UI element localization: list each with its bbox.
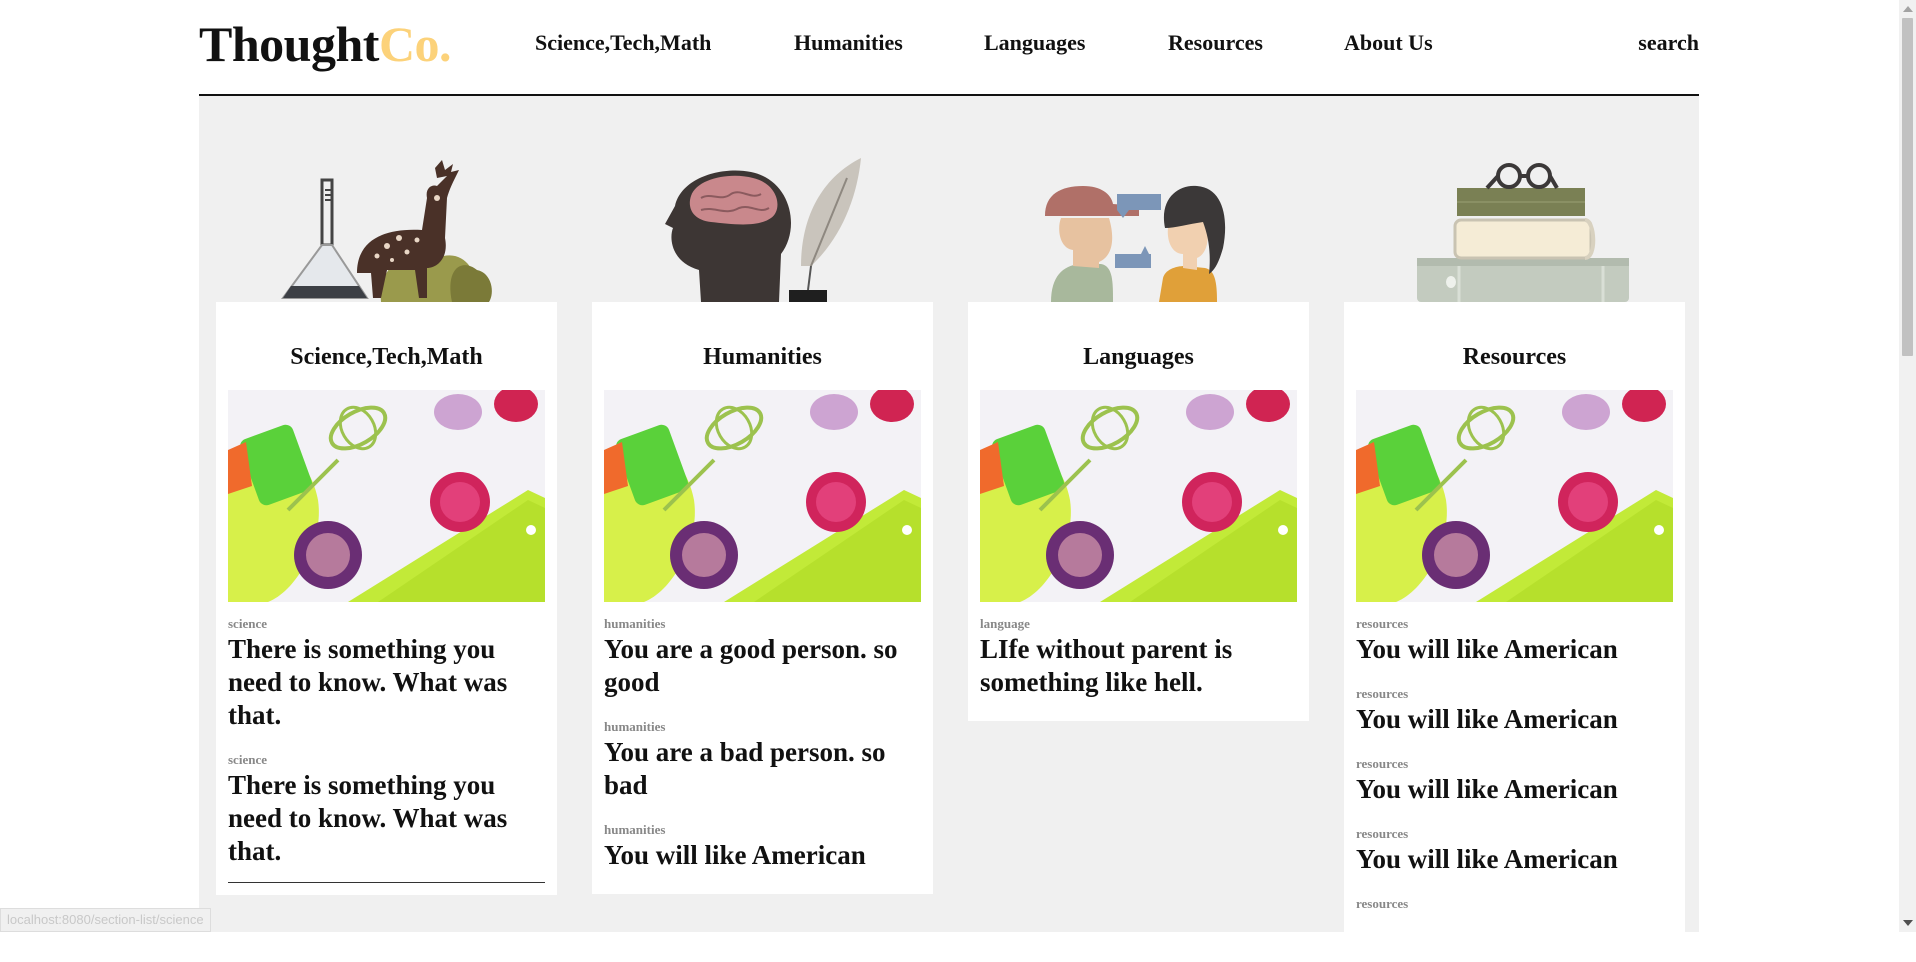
search-link[interactable]: search [1638,30,1699,56]
article-category: humanities [604,822,666,837]
article-category: resources [1356,686,1409,701]
nav-about-us[interactable]: About Us [1344,30,1433,56]
main-nav: Science,Tech,Math Humanities Languages R… [199,30,1699,60]
resources-illustration-icon [1417,163,1629,302]
section-card-science: Science,Tech,Math science There is somet… [216,302,557,895]
article-category: science [228,616,267,631]
article-category: resources [1356,756,1409,771]
scroll-down-arrow-icon[interactable] [1903,920,1913,926]
article-title[interactable]: You will like American [1356,773,1673,806]
nav-humanities[interactable]: Humanities [794,30,903,56]
nav-science-tech-math[interactable]: Science,Tech,Math [535,30,711,56]
section-title[interactable]: Resources [1344,302,1685,374]
nav-languages[interactable]: Languages [984,30,1085,56]
article-category: humanities [604,719,666,734]
section-title[interactable]: Humanities [592,302,933,374]
section-card-languages: Languages language LIfe without parent i… [968,302,1309,721]
article-title[interactable]: You will like American [1356,843,1673,876]
article-category: science [228,752,267,767]
article-category: resources [1356,826,1409,841]
article-item[interactable]: humanities You are a good person. so goo… [604,602,921,699]
section-card-resources: Resources resources You will like Americ… [1344,302,1685,962]
article-title[interactable]: You are a bad person. so bad [604,736,921,802]
baking-image[interactable] [228,390,545,602]
article-title[interactable]: There is something you need to know. Wha… [228,633,545,732]
science-illustration-icon [281,160,492,302]
article-title[interactable]: There is something you need to know. Wha… [228,769,545,868]
baking-image[interactable] [980,390,1297,602]
scroll-up-arrow-icon[interactable] [1903,6,1913,12]
article-item[interactable]: humanities You will like American [604,802,921,872]
article-item[interactable]: science There is something you need to k… [228,732,545,868]
scrollbar-thumb[interactable] [1902,18,1913,356]
article-item[interactable]: language LIfe without parent is somethin… [980,602,1297,699]
article-category: language [980,616,1030,631]
baking-image[interactable] [604,390,921,602]
article-item[interactable]: resources You will like American [1356,666,1673,736]
site-header: ThoughtCo. Science,Tech,Math Humanities … [199,0,1699,96]
article-title[interactable]: You will like American [1356,633,1673,666]
article-item[interactable]: resources You will like American [1356,602,1673,666]
article-item[interactable]: resources You will like American [1356,736,1673,806]
languages-illustration-icon [1045,185,1226,302]
section-title[interactable]: Languages [968,302,1309,374]
article-title[interactable]: You will like American [1356,703,1673,736]
article-category: humanities [604,616,666,631]
article-item[interactable]: science There is something you need to k… [228,602,545,732]
baking-image[interactable] [1356,390,1673,602]
article-title[interactable]: LIfe without parent is something like he… [980,633,1297,699]
article-item[interactable]: resources [1356,876,1673,912]
article-item[interactable]: humanities You are a bad person. so bad [604,699,921,802]
nav-resources[interactable]: Resources [1168,30,1263,56]
section-title[interactable]: Science,Tech,Math [216,302,557,374]
status-bar-url: localhost:8080/section-list/science [0,908,211,932]
sections-area: Science,Tech,Math science There is somet… [199,96,1699,962]
vertical-scrollbar[interactable] [1899,0,1916,932]
article-title[interactable]: You will like American [604,839,921,872]
humanities-illustration-icon [665,158,861,302]
article-category: resources [1356,896,1409,911]
article-item[interactable]: resources You will like American [1356,806,1673,876]
article-category: resources [1356,616,1409,631]
section-card-humanities: Humanities humanities You are a good per… [592,302,933,894]
article-title[interactable]: You are a good person. so good [604,633,921,699]
